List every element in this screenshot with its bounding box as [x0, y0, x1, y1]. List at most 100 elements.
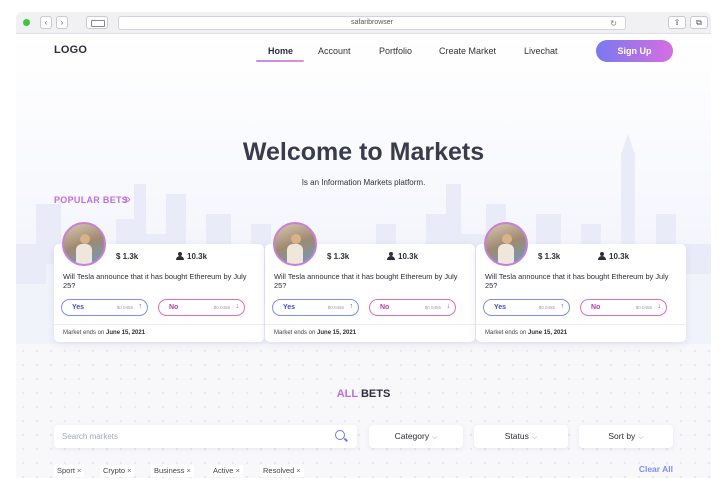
- yes-label: Yes: [283, 304, 296, 311]
- nav-livechat[interactable]: Livechat: [524, 46, 558, 56]
- search-icon[interactable]: [335, 430, 345, 440]
- back-button[interactable]: ‹: [40, 16, 52, 29]
- status-dropdown[interactable]: Status ⌵: [474, 425, 568, 448]
- user-icon: [598, 252, 606, 261]
- logo[interactable]: LOGO: [54, 44, 87, 56]
- bet-question: Will Tesla announce that it has bought E…: [63, 272, 247, 290]
- volume-value: $ 1.3k: [538, 252, 561, 261]
- filter-chip-business[interactable]: Business ×: [151, 465, 194, 477]
- arrow-down-icon: ↓: [446, 303, 451, 310]
- market-end-text: Market ends on June 15, 2021: [274, 330, 356, 336]
- chevron-down-icon: ⌵: [531, 434, 538, 441]
- user-icon: [387, 252, 395, 261]
- sign-up-button[interactable]: Sign Up: [596, 40, 673, 62]
- card-divider: [54, 324, 264, 325]
- bet-card[interactable]: $ 1.3k 10.3k Will Tesla announce that it…: [265, 222, 475, 342]
- ends-prefix: Market ends on: [274, 330, 316, 336]
- share-icon[interactable]: ⇪: [668, 16, 686, 29]
- yes-button[interactable]: Yes $0.0455 ↑: [272, 299, 359, 316]
- no-label: No: [380, 304, 390, 311]
- filter-chip-sport[interactable]: Sport ×: [54, 465, 85, 477]
- no-button[interactable]: No $0.0455 ↓: [580, 299, 667, 316]
- filter-chip-crypto[interactable]: Crypto ×: [100, 465, 135, 477]
- bet-card[interactable]: $ 1.3k 10.3k Will Tesla announce that it…: [476, 222, 686, 342]
- address-text: safaribrowser: [350, 19, 393, 26]
- address-bar[interactable]: safaribrowser ↻: [118, 16, 626, 30]
- forward-button[interactable]: ›: [56, 16, 68, 29]
- no-price: $0.0455: [635, 305, 652, 310]
- no-price: $0.0455: [213, 305, 230, 310]
- all-bets-accent: ALL: [336, 388, 358, 400]
- close-icon[interactable]: ×: [127, 466, 131, 475]
- status-label: Status: [504, 431, 529, 441]
- window-dot-icon[interactable]: [23, 19, 30, 26]
- search-input[interactable]: [62, 429, 322, 444]
- card-divider: [265, 324, 475, 325]
- users-count: 10.3k: [609, 252, 630, 261]
- volume-value: $ 1.3k: [116, 252, 139, 261]
- filter-chip-resolved[interactable]: Resolved ×: [260, 465, 304, 477]
- close-icon[interactable]: ×: [235, 466, 239, 475]
- category-dropdown[interactable]: Category ⌵: [369, 425, 463, 448]
- yes-price: $0.0455: [116, 305, 133, 310]
- close-icon[interactable]: ×: [77, 466, 81, 475]
- filter-chip-active[interactable]: Active ×: [210, 465, 243, 477]
- yes-label: Yes: [72, 304, 85, 311]
- ends-date: June 15, 2021: [528, 330, 568, 336]
- double-chevron-right-icon: »: [124, 192, 131, 206]
- yes-price: $0.0455: [538, 305, 555, 310]
- nav-home[interactable]: Home: [268, 46, 293, 56]
- icon-pattern-background: [16, 344, 711, 478]
- arrow-up-icon: ↑: [349, 303, 354, 310]
- ends-prefix: Market ends on: [485, 330, 527, 336]
- reload-icon[interactable]: ↻: [610, 18, 617, 30]
- no-label: No: [591, 304, 601, 311]
- nav-active-indicator: [256, 60, 304, 62]
- chevron-down-icon: ⌵: [432, 434, 438, 441]
- nav-create-market[interactable]: Create Market: [439, 46, 496, 56]
- clear-all-link[interactable]: Clear All: [639, 464, 673, 474]
- bet-question: Will Tesla announce that it has bought E…: [485, 272, 669, 290]
- all-bets-rest: BETS: [360, 388, 391, 400]
- close-icon[interactable]: ×: [296, 466, 300, 475]
- no-button[interactable]: No $0.0455 ↓: [158, 299, 245, 316]
- avatar: [273, 222, 317, 266]
- arrow-down-icon: ↓: [657, 303, 662, 310]
- avatar: [484, 222, 528, 266]
- ends-prefix: Market ends on: [63, 330, 105, 336]
- sort-by-label: Sort by: [608, 431, 636, 441]
- all-bets-heading: ALL BETS: [16, 388, 711, 400]
- yes-button[interactable]: Yes $0.0455 ↑: [61, 299, 148, 316]
- tabs-overview-icon[interactable]: ⧉: [690, 16, 708, 29]
- hero-subtitle: Is an Information Markets platform.: [301, 178, 426, 187]
- chip-label: Active: [213, 466, 234, 475]
- sort-by-dropdown[interactable]: Sort by ⌵: [579, 425, 673, 448]
- yes-price: $0.0455: [327, 305, 344, 310]
- category-label: Category: [394, 431, 430, 441]
- popular-bets-heading: POPULAR BETS: [54, 195, 129, 205]
- no-price: $0.0455: [424, 305, 441, 310]
- bet-card[interactable]: $ 1.3k 10.3k Will Tesla announce that it…: [54, 222, 264, 342]
- users-count: 10.3k: [187, 252, 208, 261]
- yes-label: Yes: [494, 304, 507, 311]
- market-end-text: Market ends on June 15, 2021: [63, 330, 145, 336]
- arrow-up-icon: ↑: [560, 303, 565, 310]
- ends-date: June 15, 2021: [317, 330, 357, 336]
- bet-question: Will Tesla announce that it has bought E…: [274, 272, 458, 290]
- nav-portfolio[interactable]: Portfolio: [379, 46, 412, 56]
- user-icon: [176, 252, 184, 261]
- close-icon[interactable]: ×: [186, 466, 190, 475]
- sidebar-toggle-icon[interactable]: [86, 16, 108, 29]
- search-box[interactable]: [54, 425, 357, 448]
- users-count: 10.3k: [398, 252, 419, 261]
- nav-account[interactable]: Account: [318, 46, 351, 56]
- chevron-down-icon: ⌵: [638, 434, 644, 441]
- no-button[interactable]: No $0.0455 ↓: [369, 299, 456, 316]
- ends-date: June 15, 2021: [106, 330, 146, 336]
- avatar: [62, 222, 106, 266]
- yes-button[interactable]: Yes $0.0455 ↑: [483, 299, 570, 316]
- chip-label: Resolved: [263, 466, 295, 475]
- card-divider: [476, 324, 686, 325]
- no-label: No: [169, 304, 179, 311]
- arrow-down-icon: ↓: [235, 303, 240, 310]
